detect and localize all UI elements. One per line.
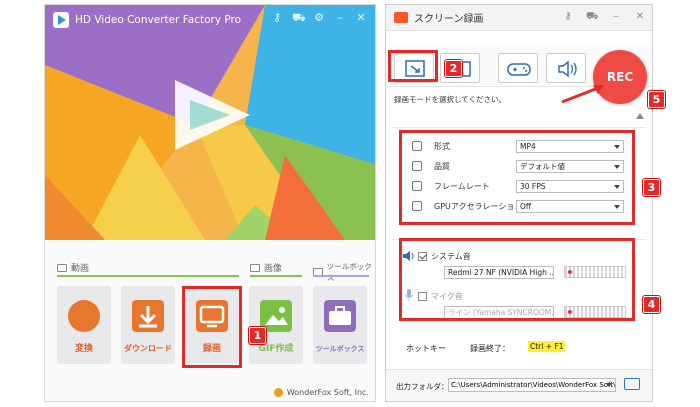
app-logo-icon — [53, 12, 69, 28]
tool-download-label: ダウンロード — [124, 344, 172, 353]
settings-icon[interactable]: ⚙ — [313, 11, 325, 26]
close-icon[interactable]: ✕ — [355, 11, 367, 26]
key-icon[interactable]: ⚷ — [562, 11, 574, 24]
category-video: 動画 — [57, 261, 89, 274]
step-badge-4: 4 — [643, 296, 660, 313]
recorder-logo-icon — [394, 12, 408, 23]
company-footer: WonderFox Soft, Inc. — [273, 388, 369, 397]
key-icon[interactable]: ⚷ — [271, 11, 283, 26]
tool-gif[interactable]: GIF作成 — [249, 286, 303, 364]
output-folder-label: 出力フォルダ： — [396, 382, 449, 391]
category-toolbox-line — [313, 275, 369, 277]
home-banner-art — [45, 5, 375, 240]
highlight-custom-area-mode — [388, 50, 438, 82]
mode-game[interactable] — [498, 53, 538, 83]
highlight-video-settings — [399, 130, 635, 225]
step-badge-3: 3 — [643, 179, 660, 196]
tool-toolbox-label: ツールボックス — [315, 345, 365, 353]
hotkey-label: ホットキー — [406, 344, 446, 353]
close-icon[interactable]: ✕ — [634, 11, 646, 24]
company-name: WonderFox Soft, Inc. — [286, 388, 369, 397]
left-title-bar: HD Video Converter Factory Pro — [53, 12, 241, 28]
collapse-arrow-icon[interactable] — [636, 113, 644, 119]
category-video-label: 動画 — [71, 264, 90, 274]
category-image-line — [250, 275, 302, 277]
category-toolbox: ツールボックス — [313, 261, 375, 283]
step-badge-1: 1 — [249, 327, 266, 344]
left-window-controls: ⚷ ⛟ ⚙ – ✕ — [271, 11, 367, 26]
cart-icon[interactable]: ⛟ — [292, 11, 306, 26]
output-path-select[interactable]: C:\Users\Administrator\Videos\WonderFox … — [448, 378, 616, 392]
step-badge-5: 5 — [648, 91, 665, 108]
screenshot-root: HD Video Converter Factory Pro ⚷ ⛟ ⚙ – ✕… — [0, 0, 700, 407]
film-reel-icon — [68, 300, 100, 332]
film-icon — [57, 263, 67, 272]
minimize-icon[interactable]: – — [334, 11, 346, 26]
recorder-title: スクリーン録画 — [414, 14, 484, 25]
hotkey-action-label: 録画終了： — [470, 344, 510, 353]
tool-toolbox[interactable]: ツールボックス — [313, 286, 367, 364]
cart-icon[interactable]: ⛟ — [586, 11, 599, 24]
open-folder-icon[interactable] — [624, 378, 640, 390]
hotkey-value[interactable]: Ctrl + F1 — [528, 341, 566, 352]
left-window-title: HD Video Converter Factory Pro — [75, 14, 242, 26]
category-toolbox-label: ツールボックス — [326, 262, 372, 282]
audio-icon — [558, 60, 577, 78]
output-folder-bar: 出力フォルダ： C:\Users\Administrator\Videos\Wo… — [386, 369, 652, 401]
tool-convert[interactable]: 変換 — [57, 286, 111, 364]
mode-audio[interactable] — [546, 53, 586, 83]
category-image-label: 画像 — [264, 264, 283, 274]
toolbox-icon — [324, 300, 356, 332]
category-image: 画像 — [250, 261, 282, 274]
download-icon — [132, 300, 164, 332]
recorder-title-bar: スクリーン録画 ⚷ ⛟ – ✕ — [386, 5, 652, 31]
mode-hint: 録画モードを選択してください。 — [394, 95, 507, 104]
highlight-audio-settings — [399, 238, 635, 321]
recorder-window-controls: ⚷ ⛟ – ✕ — [562, 11, 646, 24]
minimize-icon[interactable]: – — [610, 11, 622, 24]
highlight-record-tool — [182, 286, 242, 368]
game-icon — [507, 63, 531, 76]
wonderfox-logo-icon — [273, 388, 283, 397]
arrow-to-rec-icon — [561, 85, 604, 104]
picture-icon — [250, 263, 260, 272]
tool-convert-label: 変換 — [74, 344, 93, 354]
step-badge-2: 2 — [445, 60, 462, 77]
tool-download[interactable]: ダウンロード — [121, 286, 175, 364]
category-video-line — [57, 275, 239, 277]
output-path-value: C:\Users\Administrator\Videos\WonderFox … — [451, 381, 616, 389]
